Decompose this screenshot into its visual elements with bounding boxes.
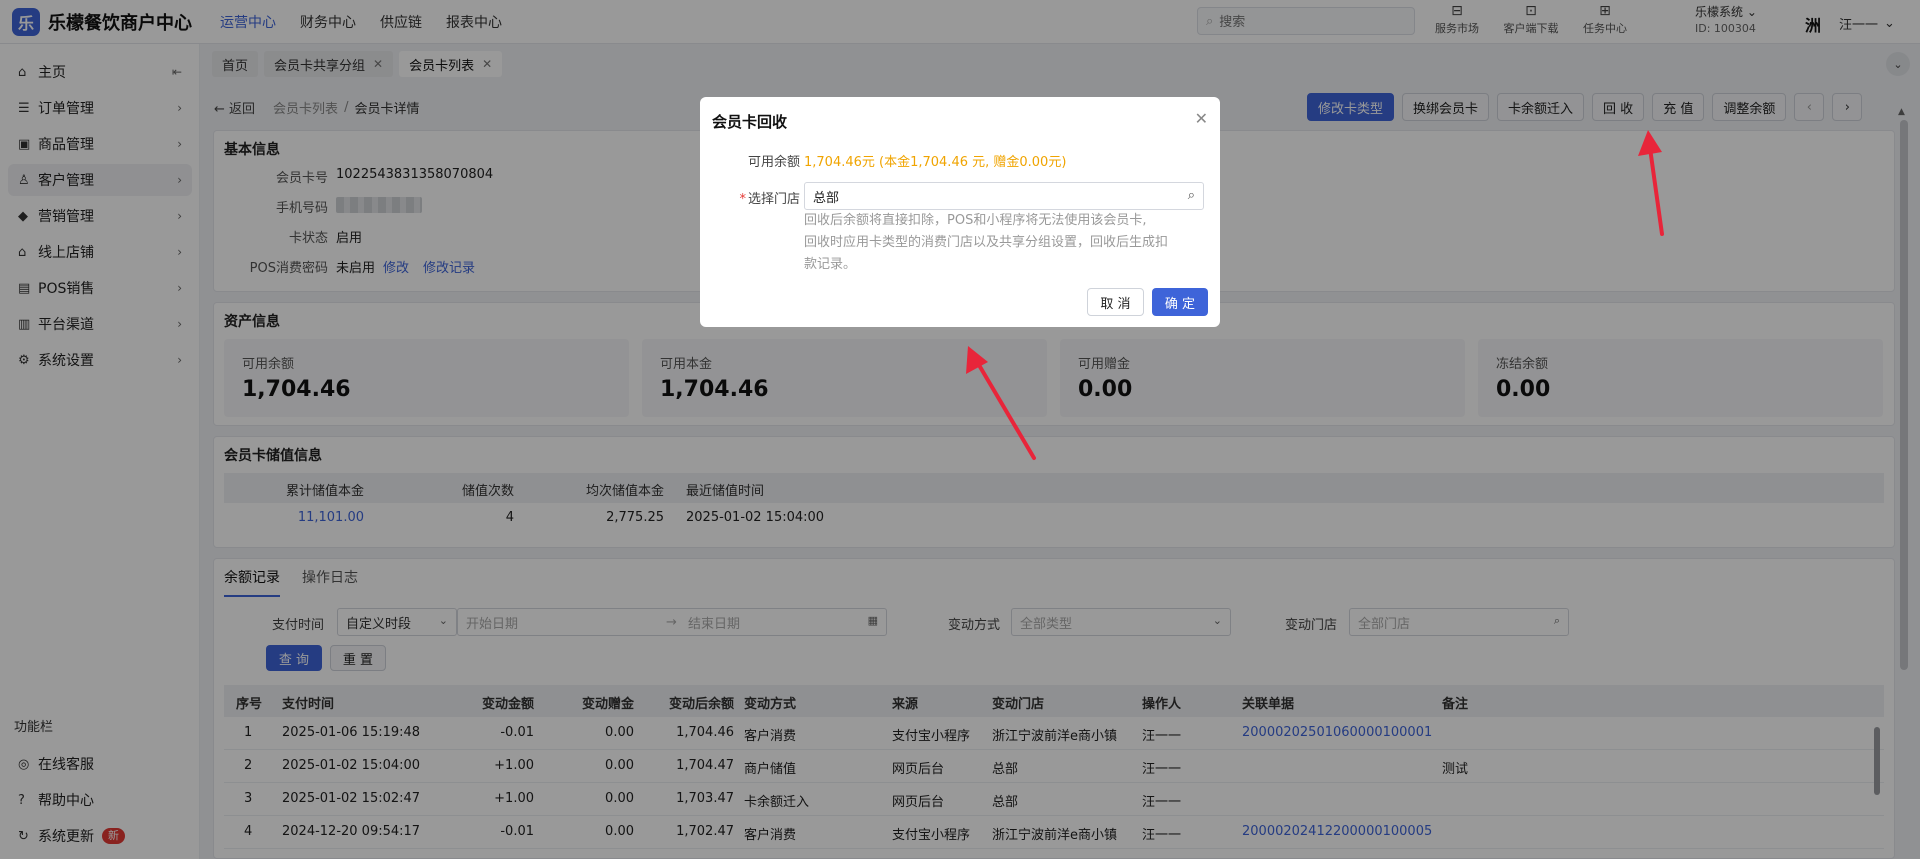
store-input[interactable] (813, 188, 1173, 204)
recycle-card-dialog: 会员卡回收 ✕ 可用余额 1,704.46元 (本金1,704.46 元, 赠金… (700, 97, 1220, 327)
store-label: * 选择门店 (700, 188, 800, 207)
cancel-button[interactable]: 取 消 (1087, 288, 1144, 316)
hint-line: 款记录。 (804, 257, 857, 272)
annotation-arrow-icon (966, 346, 1036, 460)
hint-line: 回收后余额将直接扣除，POS和小程序将无法使用该会员卡, (804, 213, 1147, 228)
close-icon[interactable]: ✕ (1195, 109, 1208, 128)
balance-value: 1,704.46元 (本金1,704.46 元, 赠金0.00元) (804, 155, 1067, 170)
store-label-text: 选择门店 (747, 192, 800, 207)
dialog-title: 会员卡回收 (712, 113, 788, 131)
annotation-arrow-icon (1638, 130, 1664, 236)
confirm-button[interactable]: 确 定 (1152, 288, 1208, 316)
hint-line: 回收时应用卡类型的消费门店以及共享分组设置，回收后生成扣 (804, 235, 1169, 250)
search-icon: ⌕ (1187, 188, 1195, 203)
required-mark: * (739, 192, 746, 207)
store-select[interactable]: ⌕ (804, 182, 1204, 210)
balance-label: 可用余额 (747, 155, 800, 170)
